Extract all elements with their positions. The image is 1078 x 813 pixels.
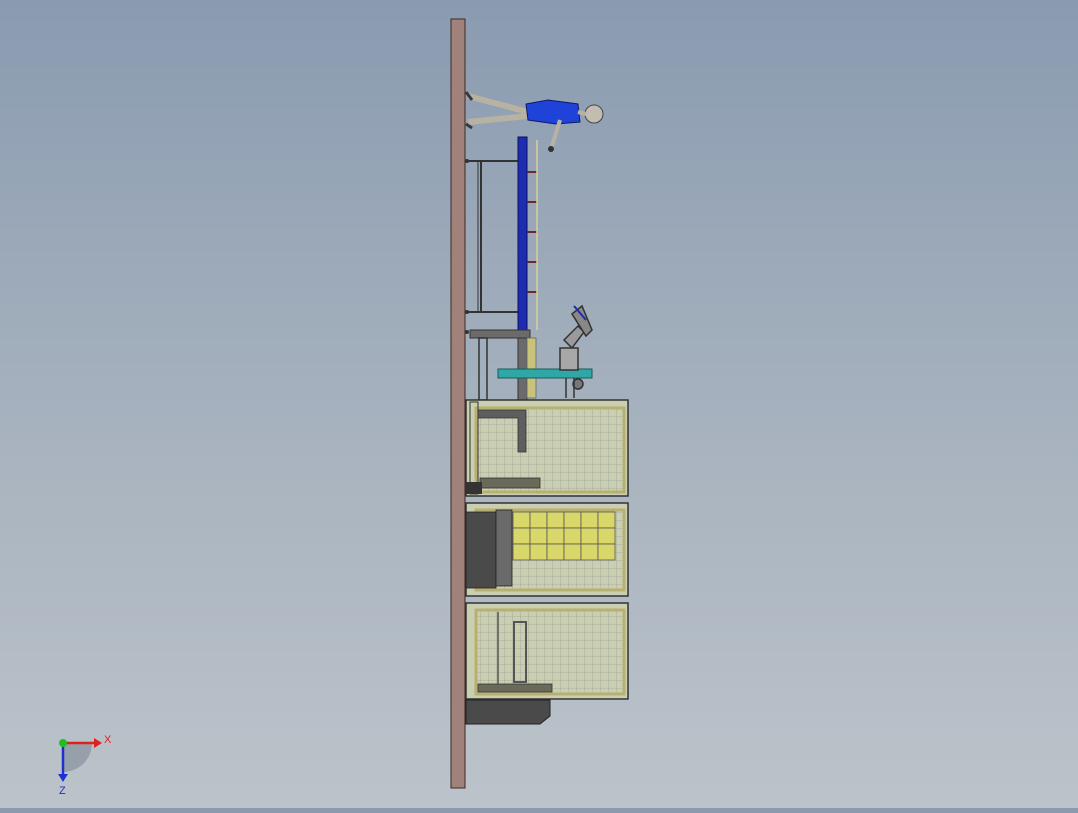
wall-post[interactable] — [450, 18, 466, 789]
enclosure-module-3[interactable] — [465, 602, 629, 700]
z-axis-head — [58, 774, 68, 782]
ladder-rungs — [527, 171, 537, 293]
guard-rail-frame[interactable] — [466, 160, 518, 313]
z-axis-label: Z — [59, 785, 66, 797]
x-axis-head — [94, 738, 102, 748]
triad-shading-arc — [63, 743, 92, 772]
rail-bolts — [465, 159, 469, 334]
yellow-guide — [526, 337, 537, 399]
cad-viewport[interactable] — [0, 0, 1078, 808]
ladder-rail[interactable] — [517, 136, 528, 331]
robotic-arm[interactable] — [559, 304, 593, 398]
platform-beam[interactable] — [469, 329, 531, 339]
y-axis-dot — [59, 739, 67, 747]
crate-stack — [512, 511, 616, 561]
human-figure-model[interactable] — [464, 91, 604, 152]
x-axis-label: X — [104, 734, 112, 746]
coordinate-triad: X Z — [50, 728, 120, 798]
enclosure-module-1[interactable] — [465, 399, 629, 497]
support-column-left — [478, 337, 488, 401]
base-skid[interactable] — [465, 699, 551, 725]
